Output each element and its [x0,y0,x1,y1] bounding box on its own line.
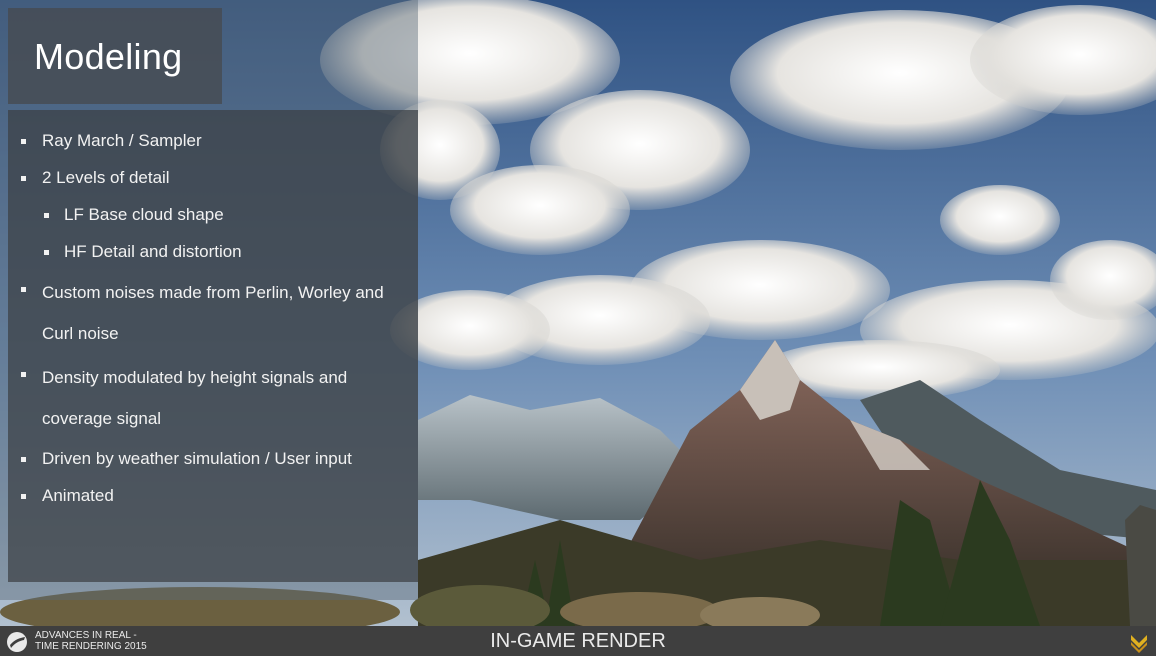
bullet-marker-icon [21,372,26,377]
bullet-marker-icon [21,176,26,181]
bullet-marker-icon [21,287,26,292]
bullet-marker-icon [44,213,49,218]
title-box: Modeling [8,8,222,104]
bullet-item: Ray March / Sampler [8,124,418,158]
bullet-item: Custom noises made from Perlin, Worley a… [8,272,418,354]
slide-title: Modeling [34,36,183,77]
bullet-item: 2 Levels of detail [8,161,418,195]
bullet-list: Ray March / Sampler 2 Levels of detail L… [8,124,418,516]
bullet-item: Driven by weather simulation / User inpu… [8,442,418,476]
sub-bullet-item: HF Detail and distortion [8,235,418,269]
bullet-panel: Ray March / Sampler 2 Levels of detail L… [8,110,418,582]
studio-chevron-logo-icon [1131,635,1147,653]
bullet-item: Density modulated by height signals and … [8,357,418,439]
bullet-marker-icon [21,494,26,499]
bullet-marker-icon [21,457,26,462]
footer-caption: IN-GAME RENDER [490,630,666,652]
bullet-marker-icon [44,250,49,255]
bullet-item: Animated [8,479,418,513]
bullet-marker-icon [21,139,26,144]
slide: Modeling Ray March / Sampler 2 Levels of… [0,0,1156,656]
sub-bullet-item: LF Base cloud shape [8,198,418,232]
